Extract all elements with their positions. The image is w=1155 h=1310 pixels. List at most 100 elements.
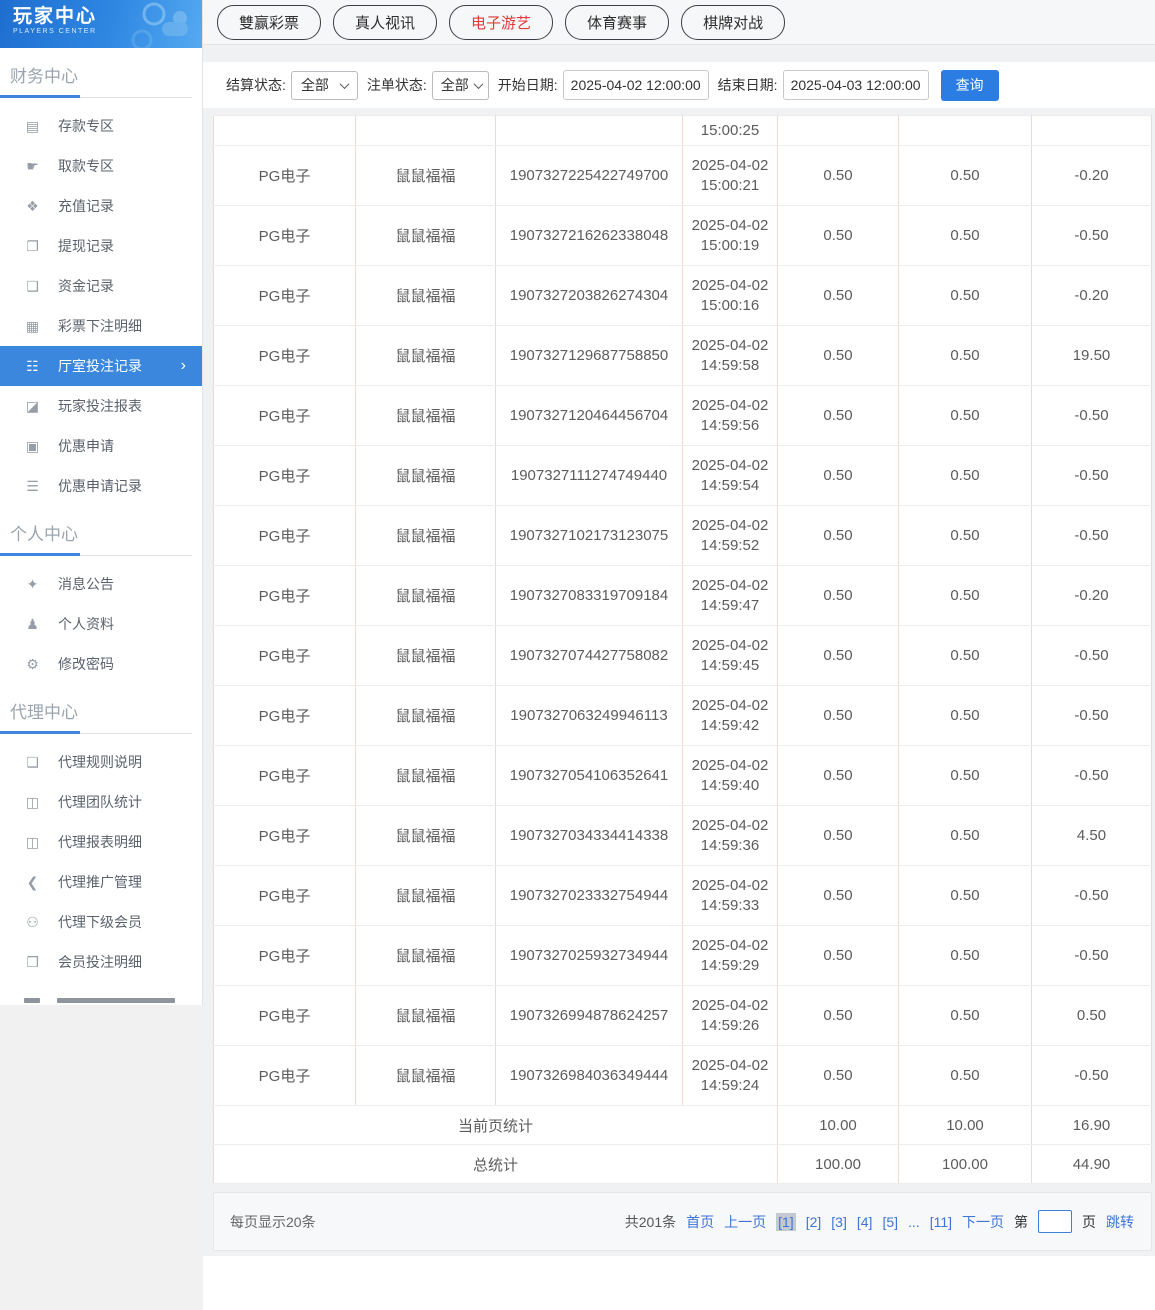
bet-records-table-card: 15:00:25PG电子鼠鼠福福19073272254227497002025-… [213,115,1152,1184]
cell-valid-bet: 0.50 [899,326,1032,386]
cell-win-loss: -0.50 [1032,506,1152,566]
cell-order-no: 1907327074427758082 [496,626,683,686]
sidebar-item-recharge-records[interactable]: ❖充值记录 [0,186,202,226]
page-link-5[interactable]: [5] [882,1214,898,1230]
sidebar-item-withdraw-zone[interactable]: ☛取款专区 [0,146,202,186]
page-link-3[interactable]: [3] [831,1214,847,1230]
cell-bet-time: 2025-04-0214:59:29 [683,926,778,986]
tab-体育赛事[interactable]: 体育赛事 [565,5,669,40]
settle-status-label: 结算状态: [226,75,286,95]
cell-valid-bet: 0.50 [899,146,1032,206]
sidebar-item-lottery-bet-details[interactable]: ▦彩票下注明细 [0,306,202,346]
chevron-right-icon: › [181,357,186,375]
sidebar-item-funds-records[interactable]: ❑资金记录 [0,266,202,306]
page-link-2[interactable]: [2] [806,1214,822,1230]
sidebar-nav: 财务中心▤存款专区☛取款专区❖充值记录❐提现记录❑资金记录▦彩票下注明细☷厅室投… [0,48,202,982]
page-number-links: [1][2][3][4][5]...[11] [776,1213,952,1231]
sidebar-item-agent-rules[interactable]: ❏代理规则说明 [0,742,202,782]
cell-platform: PG电子 [214,926,356,986]
sidebar-panel: 玩家中心 PLAYERS CENTER 财务中心▤存款专区☛取款专区❖充值记录❐… [0,0,203,1005]
sidebar-item-agent-promotion[interactable]: ❮代理推广管理 [0,862,202,902]
bet-clock: 15:00:16 [683,296,777,316]
sidebar-item-member-bet-details[interactable]: ❒会员投注明细 [0,942,202,982]
bet-date: 2025-04-02 [683,996,777,1016]
sidebar-item-promo-application[interactable]: ▣优惠申请 [0,426,202,466]
cell-platform: PG电子 [214,506,356,566]
users-icon: ⚇ [24,914,41,931]
cell-game-name: 鼠鼠福福 [356,686,496,746]
cell-win-loss: -0.50 [1032,626,1152,686]
cell-win-loss: -0.50 [1032,686,1152,746]
table-row: PG电子鼠鼠福福19073270233327549442025-04-0214:… [214,866,1152,926]
cell-bet-time: 2025-04-0215:00:16 [683,266,778,326]
per-page-info: 每页显示20条 [230,1212,316,1232]
tab-棋牌对战[interactable]: 棋牌对战 [681,5,785,40]
sidebar-item-agent-report-details[interactable]: ◫代理报表明细 [0,822,202,862]
page-link-1[interactable]: [1] [776,1213,796,1231]
cell-win-loss: 19.50 [1032,326,1152,386]
next-page-link[interactable]: 下一页 [962,1212,1004,1232]
table-row: PG电子鼠鼠福福19073270541063526412025-04-0214:… [214,746,1152,806]
cell-platform: PG电子 [214,326,356,386]
end-date-input[interactable] [783,70,929,100]
sidebar-item-deposit-zone[interactable]: ▤存款专区 [0,106,202,146]
sidebar-item-change-password[interactable]: ⚙修改密码 [0,644,202,684]
tab-雙赢彩票[interactable]: 雙赢彩票 [217,5,321,40]
total-count: 共201条 [625,1212,676,1232]
cell-bet-time: 15:00:25 [683,116,778,146]
cell-valid-bet: 0.50 [899,746,1032,806]
cell-order-no: 1907327063249946113 [496,686,683,746]
cell-valid-bet: 0.50 [899,626,1032,686]
start-date-input[interactable] [563,70,709,100]
section-divider [0,731,192,734]
table-row: PG电子鼠鼠福福19073270259327349442025-04-0214:… [214,926,1152,986]
cell-bet-amount: 0.50 [778,386,899,446]
page-jump-input[interactable] [1038,1210,1072,1233]
page-link-4[interactable]: [4] [857,1214,873,1230]
query-button[interactable]: 查询 [941,70,999,101]
sidebar-item-agent-sub-members[interactable]: ⚇代理下级会员 [0,902,202,942]
sidebar-item-label: 充值记录 [58,196,114,216]
table-row: PG电子鼠鼠福福19073271204644567042025-04-0214:… [214,386,1152,446]
settle-status-select[interactable]: 全部 [291,71,358,100]
sidebar-item-announcements[interactable]: ✦消息公告 [0,564,202,604]
tab-真人视讯[interactable]: 真人视讯 [333,5,437,40]
section-title: 代理中心 [0,684,202,731]
section-title: 个人中心 [0,506,202,553]
sidebar-item-agent-team-stats[interactable]: ◫代理团队统计 [0,782,202,822]
sidebar-item-promo-application-records[interactable]: ☰优惠申请记录 [0,466,202,506]
tab-电子游艺[interactable]: 电子游艺 [449,5,553,40]
table-row: PG电子鼠鼠福福19073272162623380482025-04-0215:… [214,206,1152,266]
document-icon: ❏ [24,754,41,771]
sidebar-item-profile[interactable]: ♟个人资料 [0,604,202,644]
jump-button[interactable]: 跳转 [1106,1212,1134,1232]
pagination-bar: 每页显示20条 共201条 首页 上一页 [1][2][3][4][5]...[… [213,1192,1152,1251]
pager: 共201条 首页 上一页 [1][2][3][4][5]...[11] 下一页 … [625,1210,1134,1233]
cell-valid-bet: 0.50 [899,1046,1032,1106]
prev-page-link[interactable]: 上一页 [724,1212,766,1232]
cell-bet-amount: 0.50 [778,746,899,806]
bet-date: 2025-04-02 [683,276,777,296]
table-row: PG电子鼠鼠福福19073270833197091842025-04-0214:… [214,566,1152,626]
bet-clock: 14:59:29 [683,956,777,976]
table-row: PG电子鼠鼠福福19073270744277580822025-04-0214:… [214,626,1152,686]
sidebar-item-withdrawal-records[interactable]: ❐提现记录 [0,226,202,266]
cell-bet-time: 2025-04-0214:59:58 [683,326,778,386]
purse-icon: ❑ [24,278,41,295]
cell-win-loss: -0.50 [1032,926,1152,986]
bet-date: 2025-04-02 [683,396,777,416]
first-page-link[interactable]: 首页 [686,1212,714,1232]
table-row: PG电子鼠鼠福福19073272038262743042025-04-0215:… [214,266,1152,326]
cell-platform: PG电子 [214,806,356,866]
cell-bet-amount: 0.50 [778,206,899,266]
cell-game-name: 鼠鼠福福 [356,506,496,566]
page-link-11[interactable]: [11] [930,1214,952,1230]
cell-game-name: 鼠鼠福福 [356,386,496,446]
order-status-select[interactable]: 全部 [432,71,489,100]
sidebar-item-hall-bet-records[interactable]: ☷厅室投注记录› [0,346,202,386]
sidebar-item-clipped[interactable] [0,998,202,1005]
wallet-icon: ❐ [24,238,41,255]
sidebar-item-player-bet-report[interactable]: ◪玩家投注报表 [0,386,202,426]
cell-win-loss: 0.50 [1032,986,1152,1046]
chevron-down-icon [473,79,483,89]
